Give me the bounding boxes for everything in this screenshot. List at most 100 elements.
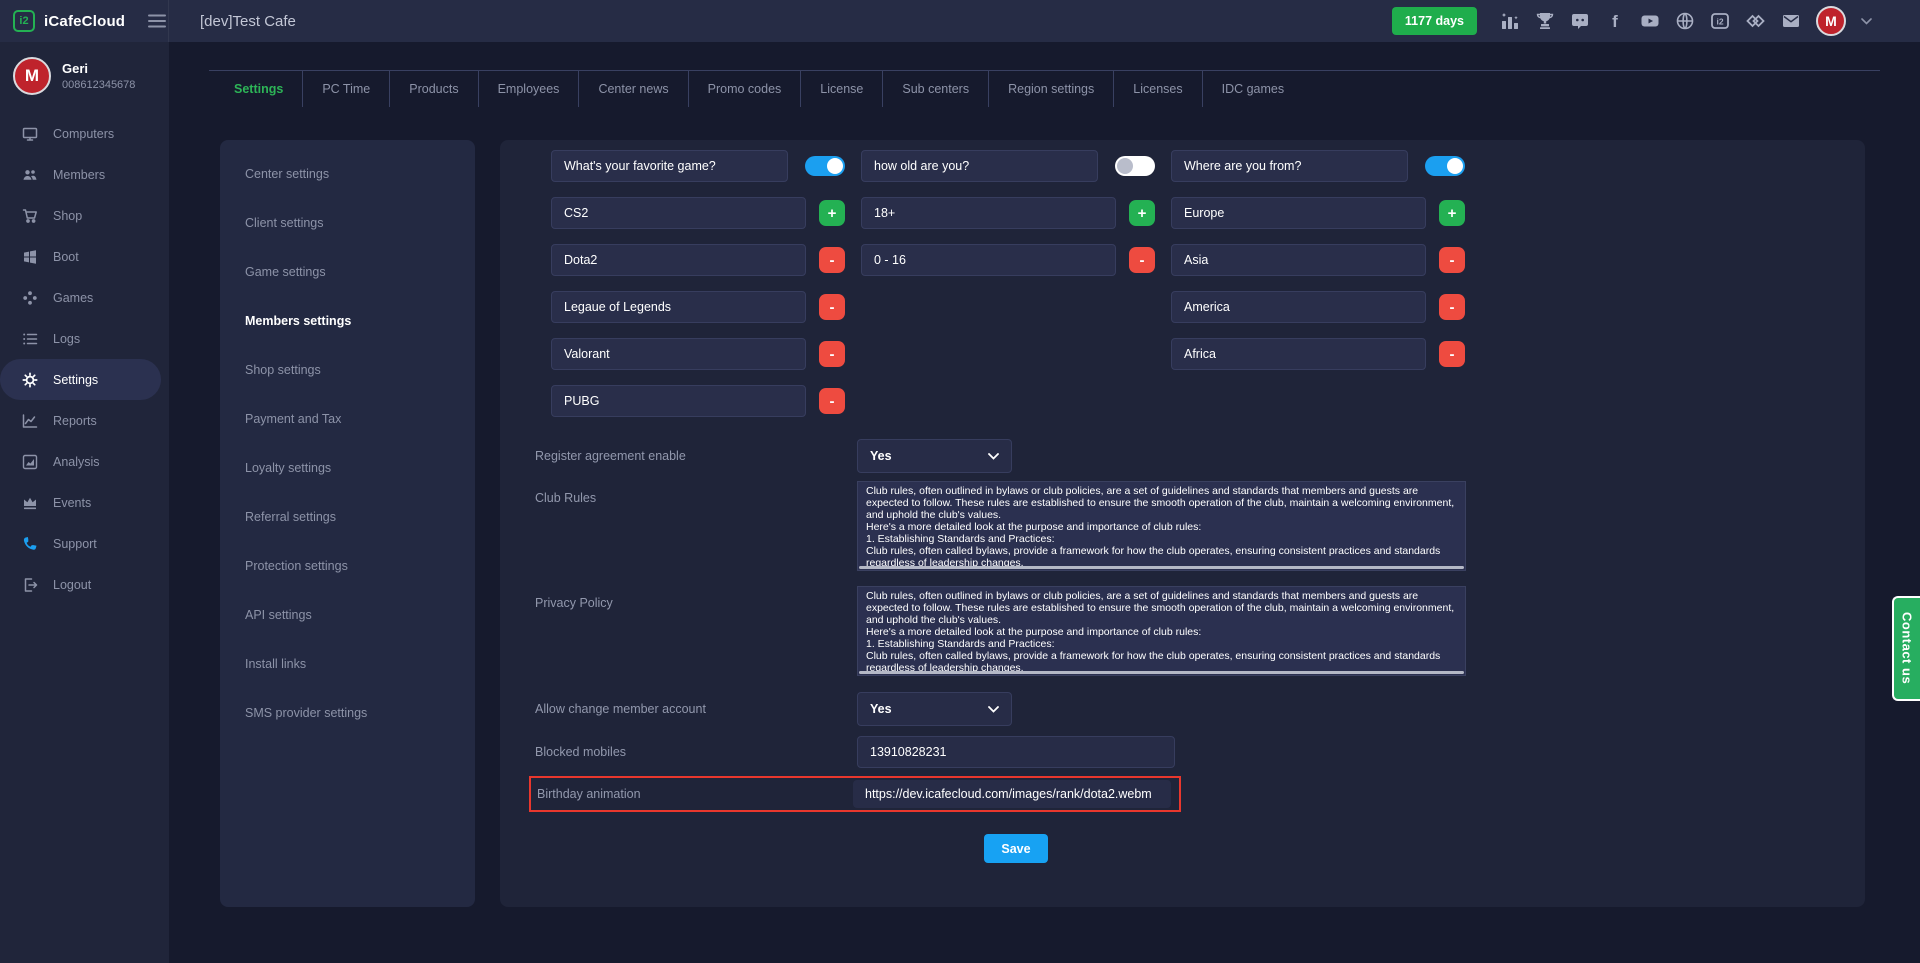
remove-option-button: - bbox=[1439, 294, 1465, 320]
tab-settings[interactable]: Settings bbox=[215, 71, 302, 107]
gear-icon bbox=[22, 372, 38, 388]
minus-icon: - bbox=[830, 253, 835, 268]
user-id: 008612345678 bbox=[62, 79, 135, 91]
chevron-down-icon[interactable] bbox=[1861, 18, 1872, 25]
question-2-option-input[interactable] bbox=[861, 244, 1116, 276]
tab-license[interactable]: License bbox=[800, 71, 882, 107]
tab-center-news[interactable]: Center news bbox=[578, 71, 687, 107]
question-1-option-input[interactable] bbox=[551, 338, 806, 370]
menu-item-sms-provider-settings[interactable]: SMS provider settings bbox=[245, 706, 475, 755]
menu-item-loyalty-settings[interactable]: Loyalty settings bbox=[245, 461, 475, 510]
tab-pc-time[interactable]: PC Time bbox=[302, 71, 389, 107]
privacy-policy-row: Privacy Policy Club rules, often outline… bbox=[535, 586, 1865, 676]
monitor-icon bbox=[22, 126, 38, 142]
question-1-toggle[interactable] bbox=[805, 156, 845, 176]
birthday-animation-input[interactable] bbox=[853, 780, 1171, 808]
minus-icon: - bbox=[1140, 253, 1145, 268]
save-button[interactable]: Save bbox=[984, 834, 1048, 863]
layers-icon[interactable] bbox=[1745, 11, 1766, 31]
brand-name: iCafeCloud bbox=[44, 13, 125, 30]
menu-item-install-links[interactable]: Install links bbox=[245, 657, 475, 706]
menu-item-client-settings[interactable]: Client settings bbox=[245, 216, 475, 265]
register-agreement-select[interactable]: Yes bbox=[857, 439, 1012, 473]
question-1-input[interactable] bbox=[551, 150, 788, 182]
sidebar-item-logs[interactable]: Logs bbox=[0, 318, 169, 359]
allow-change-member-select[interactable]: Yes bbox=[857, 692, 1012, 726]
hamburger-menu-icon[interactable] bbox=[148, 14, 166, 28]
contact-us-button[interactable]: Contact us bbox=[1892, 596, 1920, 701]
question-1-option-input[interactable] bbox=[551, 385, 806, 417]
sidebar-user-block[interactable]: M Geri 008612345678 bbox=[0, 42, 169, 105]
question-1-option-input[interactable] bbox=[551, 291, 806, 323]
horizontal-scrollbar[interactable] bbox=[859, 566, 1464, 569]
globe-icon[interactable] bbox=[1675, 11, 1695, 31]
menu-item-game-settings[interactable]: Game settings bbox=[245, 265, 475, 314]
youtube-icon[interactable] bbox=[1640, 11, 1660, 31]
tab-licenses[interactable]: Licenses bbox=[1113, 71, 1201, 107]
svg-text:i2: i2 bbox=[1716, 17, 1723, 27]
menu-item-payment-and-tax[interactable]: Payment and Tax bbox=[245, 412, 475, 461]
question-3-option-input[interactable] bbox=[1171, 338, 1426, 370]
privacy-policy-textarea[interactable]: Club rules, often outlined in bylaws or … bbox=[857, 586, 1466, 676]
sidebar-item-logout[interactable]: Logout bbox=[0, 564, 169, 605]
field-label: Club Rules bbox=[535, 481, 857, 505]
blocked-mobiles-input[interactable] bbox=[857, 736, 1175, 768]
tab-employees[interactable]: Employees bbox=[478, 71, 579, 107]
question-2-option-input[interactable] bbox=[861, 197, 1116, 229]
tab-idc-games[interactable]: IDC games bbox=[1202, 71, 1304, 107]
question-2-input[interactable] bbox=[861, 150, 1098, 182]
member-questions-grid: + - - - - bbox=[551, 150, 1865, 417]
sidebar-item-settings[interactable]: Settings bbox=[0, 359, 161, 400]
icafecloud-logo-icon: i2 bbox=[13, 10, 35, 32]
question-3-option-input[interactable] bbox=[1171, 291, 1426, 323]
remove-option-button: - bbox=[819, 247, 845, 273]
question-2-toggle[interactable] bbox=[1115, 156, 1155, 176]
menu-item-members-settings[interactable]: Members settings bbox=[245, 314, 475, 363]
add-option-button: + bbox=[819, 200, 845, 226]
question-column-3: + - - - bbox=[1171, 150, 1465, 417]
question-1-option-input[interactable] bbox=[551, 244, 806, 276]
sidebar-item-computers[interactable]: Computers bbox=[0, 113, 169, 154]
chevron-down-icon bbox=[988, 453, 999, 460]
menu-item-protection-settings[interactable]: Protection settings bbox=[245, 559, 475, 608]
trophy-icon[interactable] bbox=[1535, 11, 1555, 31]
question-3-toggle[interactable] bbox=[1425, 156, 1465, 176]
menu-item-api-settings[interactable]: API settings bbox=[245, 608, 475, 657]
sidebar-item-shop[interactable]: Shop bbox=[0, 195, 169, 236]
question-3-input[interactable] bbox=[1171, 150, 1408, 182]
facebook-icon[interactable]: f bbox=[1605, 11, 1625, 31]
mail-icon[interactable] bbox=[1781, 11, 1801, 31]
discord-icon[interactable] bbox=[1570, 11, 1590, 31]
sidebar-item-boot[interactable]: Boot bbox=[0, 236, 169, 277]
tab-region-settings[interactable]: Region settings bbox=[988, 71, 1113, 107]
sidebar-item-games[interactable]: Games bbox=[0, 277, 169, 318]
topbar-right: 1177 days f bbox=[1392, 6, 1920, 36]
tab-products[interactable]: Products bbox=[389, 71, 477, 107]
windows-icon bbox=[22, 249, 38, 265]
days-remaining-badge[interactable]: 1177 days bbox=[1392, 7, 1477, 35]
question-3-option-input[interactable] bbox=[1171, 197, 1426, 229]
logout-icon bbox=[22, 577, 38, 593]
ranking-icon[interactable] bbox=[1500, 11, 1520, 31]
minus-icon: - bbox=[1450, 347, 1455, 362]
sidebar-item-support[interactable]: Support bbox=[0, 523, 169, 564]
tab-sub-centers[interactable]: Sub centers bbox=[882, 71, 988, 107]
sidebar-item-reports[interactable]: Reports bbox=[0, 400, 169, 441]
user-avatar[interactable]: M bbox=[1816, 6, 1846, 36]
sidebar-item-members[interactable]: Members bbox=[0, 154, 169, 195]
horizontal-scrollbar[interactable] bbox=[859, 671, 1464, 674]
blocked-mobiles-row: Blocked mobiles bbox=[535, 736, 1865, 768]
question-1-option-input[interactable] bbox=[551, 197, 806, 229]
menu-item-shop-settings[interactable]: Shop settings bbox=[245, 363, 475, 412]
club-rules-textarea[interactable]: Club rules, often outlined in bylaws or … bbox=[857, 481, 1466, 571]
list-icon bbox=[22, 331, 38, 347]
tab-promo-codes[interactable]: Promo codes bbox=[688, 71, 801, 107]
icafecloud-site-icon[interactable]: i2 bbox=[1710, 11, 1730, 31]
menu-item-referral-settings[interactable]: Referral settings bbox=[245, 510, 475, 559]
question-3-option-input[interactable] bbox=[1171, 244, 1426, 276]
plus-icon: + bbox=[1138, 206, 1147, 221]
sidebar-item-analysis[interactable]: Analysis bbox=[0, 441, 169, 482]
main-area: Settings PC Time Products Employees Cent… bbox=[169, 42, 1920, 963]
sidebar-item-events[interactable]: Events bbox=[0, 482, 169, 523]
menu-item-center-settings[interactable]: Center settings bbox=[245, 167, 475, 216]
